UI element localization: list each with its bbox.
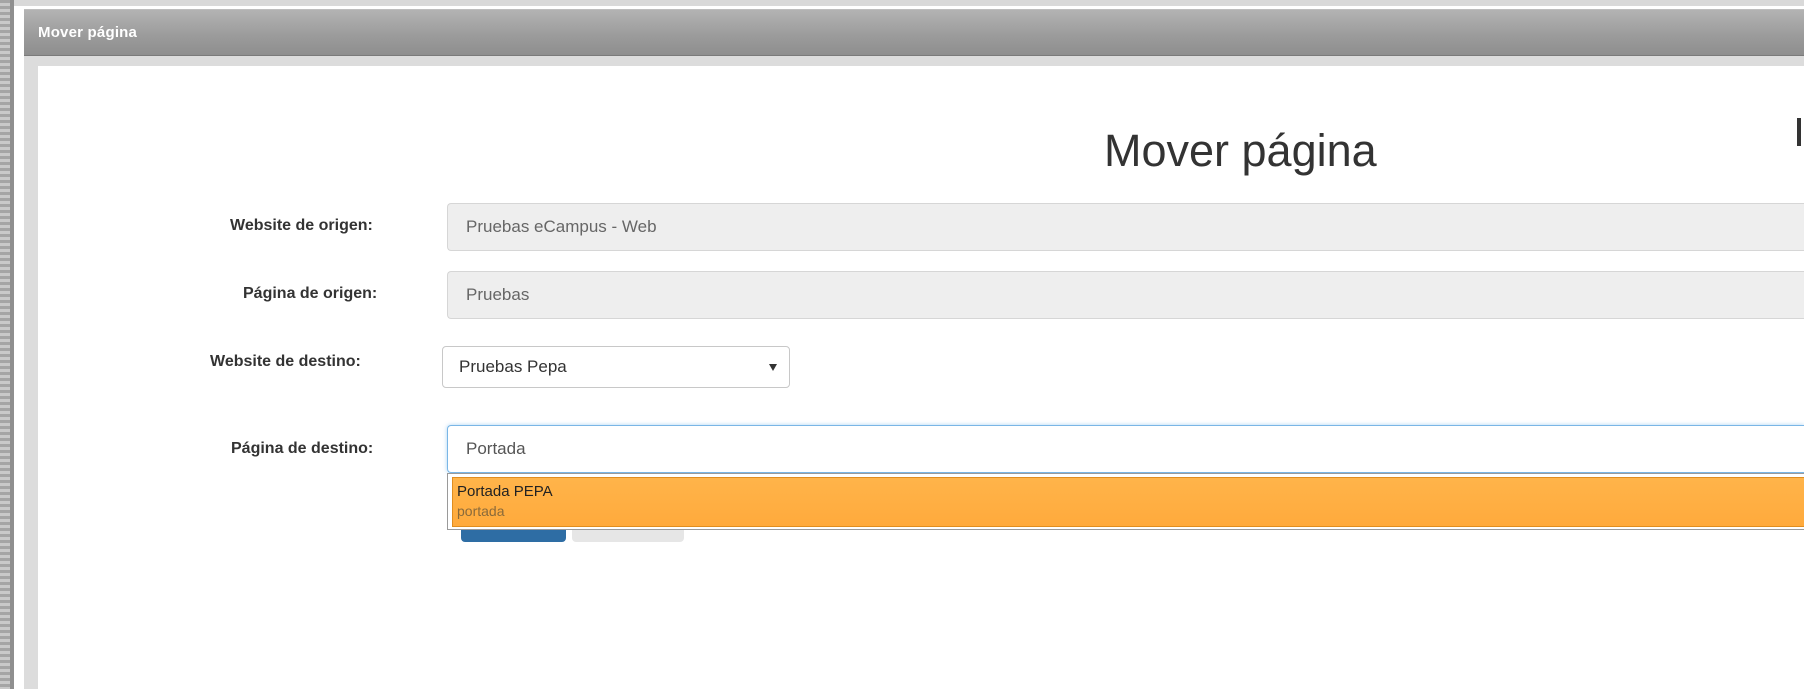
- target-page-input[interactable]: Portada: [447, 425, 1804, 473]
- autocomplete-item-subtitle: portada: [457, 503, 505, 519]
- scroll-edge-mark: [1797, 118, 1801, 146]
- autocomplete-item-title: Portada PEPA: [457, 483, 553, 500]
- autocomplete-item[interactable]: Portada PEPA portada: [452, 477, 1804, 527]
- source-website-label: Website de origen:: [230, 217, 373, 234]
- left-window-edge: [0, 0, 14, 689]
- source-page-field: Pruebas: [447, 271, 1804, 319]
- page-title: Mover página: [1104, 125, 1377, 177]
- window-titlebar[interactable]: Mover página: [24, 9, 1804, 56]
- target-website-select[interactable]: Pruebas Pepa: [442, 346, 790, 388]
- target-website-label: Website de destino:: [210, 353, 361, 370]
- window-content: [38, 66, 1804, 689]
- target-website-selected: Pruebas Pepa: [459, 357, 567, 376]
- dropdown-arrow-icon: [769, 364, 777, 371]
- move-page-window: Mover página Mover página Website de ori…: [0, 0, 1804, 689]
- target-page-label: Página de destino:: [231, 440, 374, 457]
- top-strip: [14, 0, 1804, 6]
- source-page-label: Página de origen:: [243, 285, 378, 302]
- window-title: Mover página: [38, 24, 138, 41]
- autocomplete-dropdown: Portada PEPA portada: [447, 473, 1804, 530]
- source-website-field: Pruebas eCampus - Web: [447, 203, 1804, 251]
